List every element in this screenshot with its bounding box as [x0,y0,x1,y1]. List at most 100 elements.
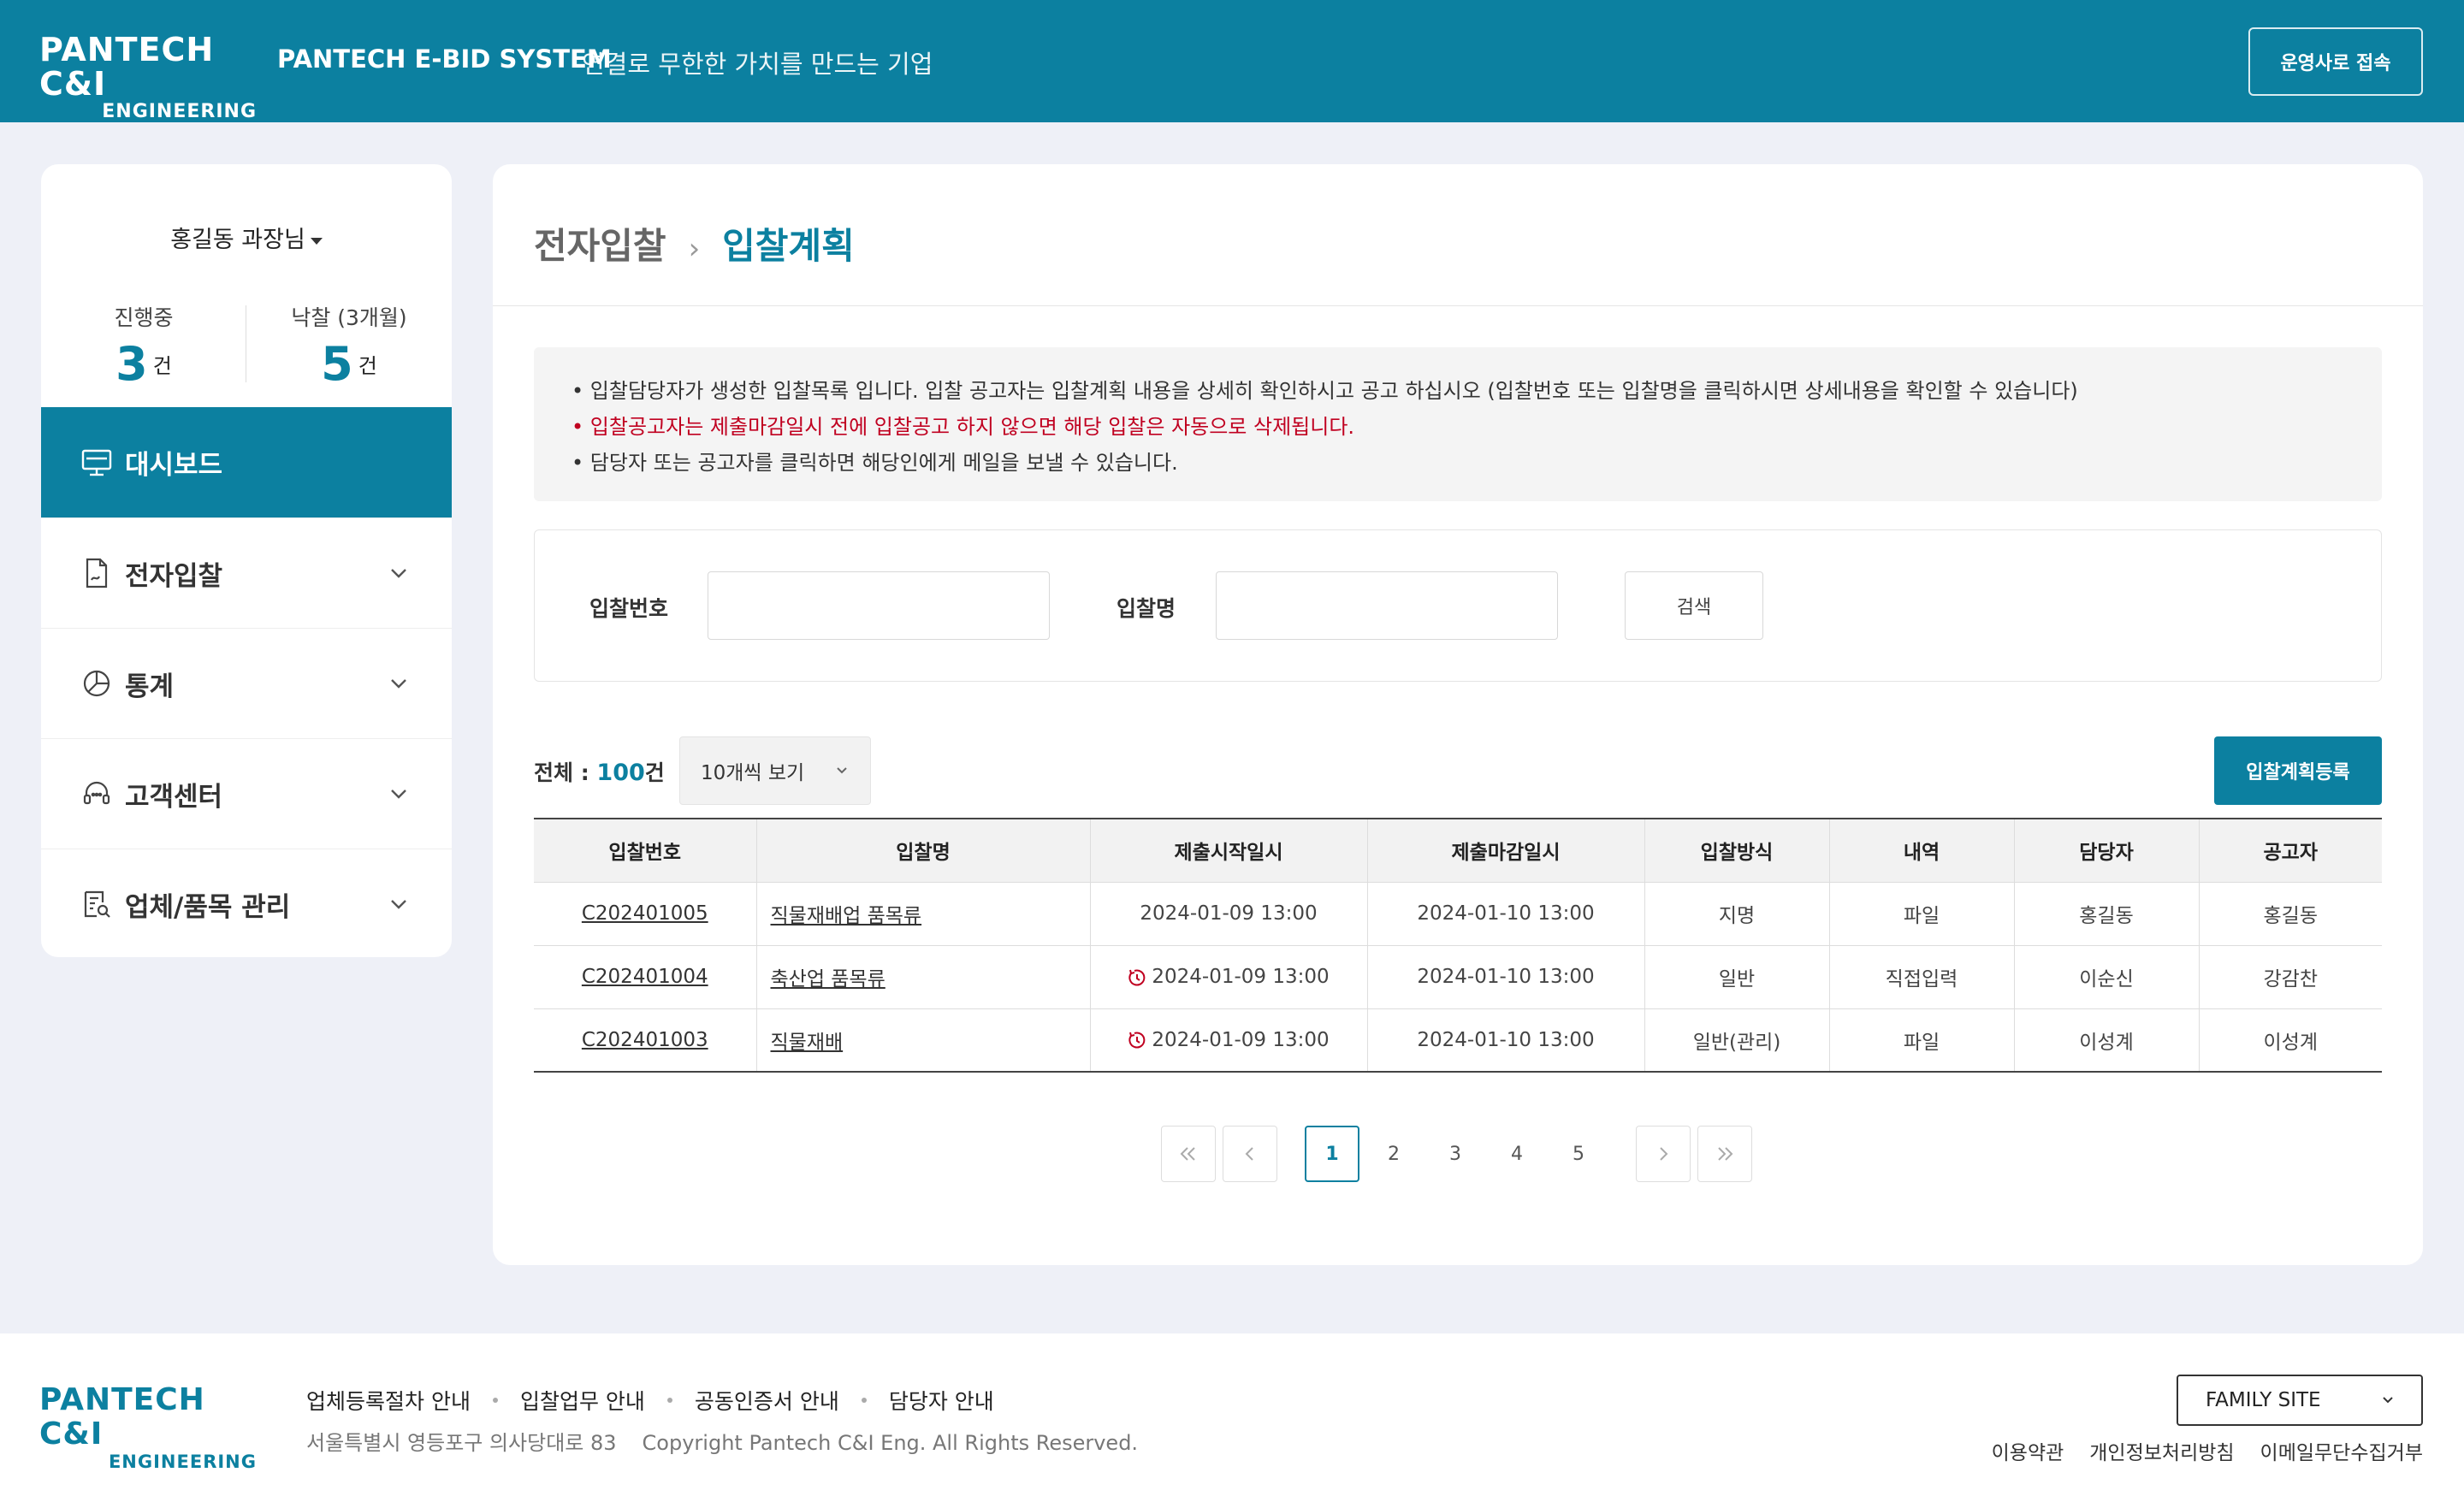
total-count-value: 100 [596,760,645,786]
operator-access-button[interactable]: 운영사로 접속 [2248,27,2423,96]
menu-item-statistics[interactable]: 통계 [41,628,452,738]
bid-no-link[interactable]: C202401003 [582,1029,708,1051]
bid-name-link[interactable]: 직물재배업 품목류 [771,905,922,927]
bid-method: 지명 [1644,882,1829,946]
manager-cell[interactable]: 이성계 [2013,1008,2199,1073]
page-button-1[interactable]: 1 [1305,1126,1359,1182]
submit-start-late: 2024-01-09 13:00 [1089,1008,1367,1073]
per-page-value: 10개씩 보기 [701,762,805,784]
bid-no-link[interactable]: C202401004 [582,966,708,988]
bid-no-input[interactable] [708,571,1050,640]
column-header: 담당자 [2013,818,2199,883]
policy-privacy-link[interactable]: 개인정보처리방침 [2089,1436,2234,1465]
page-button-3[interactable]: 3 [1428,1126,1483,1182]
chevron-left-icon [1245,1147,1253,1161]
table-row: C202401004 축산업 품목류 2024-01-09 13:00 2024… [534,945,2382,1009]
last-page-button[interactable] [1697,1126,1752,1182]
announcer-cell[interactable]: 홍길동 [2198,882,2382,946]
policy-terms-link[interactable]: 이용약관 [1992,1436,2064,1465]
breadcrumb-parent[interactable]: 전자입찰 [534,225,666,267]
system-name: PANTECH E-BID SYSTEM [277,44,612,74]
column-header: 제출마감일시 [1366,818,1644,883]
footer: PANTECH C&I ENGINEERING 업체등록절차 안내 입찰업무 안… [0,1333,2464,1502]
manager-cell[interactable]: 이순신 [2013,945,2199,1009]
stat-label: 진행중 [114,305,174,330]
bid-name-input[interactable] [1216,571,1558,640]
footer-link-contact-guide[interactable]: 담당자 안내 [889,1385,994,1416]
menu-item-customer-center[interactable]: 고객센터 [41,738,452,849]
clock-icon [1128,1032,1146,1049]
logo-text: PANTECH C&I [39,31,215,103]
submit-end: 2024-01-10 13:00 [1366,945,1644,1009]
column-header: 제출시작일시 [1089,818,1367,883]
manager-cell[interactable]: 홍길동 [2013,882,2199,946]
page-title: 입찰계획 [722,225,855,267]
bid-no-link[interactable]: C202401005 [582,902,708,925]
headset-icon [80,778,113,810]
announcer-cell[interactable]: 이성계 [2198,1008,2382,1073]
column-header: 입찰번호 [534,818,756,883]
slogan: 연결로 무한한 가치를 만드는 기업 [582,50,933,79]
stat-unit: 건 [358,354,377,378]
double-chevron-left-icon [1180,1147,1195,1161]
sidebar: 홍길동 과장님 진행중 3건 낙찰 (3개월) 5건 대시보드 전자입찰 통계 … [41,164,452,957]
monitor-icon [80,446,113,479]
table-row: C202401003 직물재배 2024-01-09 13:00 2024-01… [534,1008,2382,1073]
menu-label: 전자입찰 [125,560,223,592]
separator-dot [492,1398,498,1403]
first-page-button[interactable] [1161,1126,1216,1182]
chevron-down-icon [391,569,406,578]
menu-item-ebid[interactable]: 전자입찰 [41,517,452,628]
divider [493,305,2423,306]
next-page-button[interactable] [1636,1126,1691,1182]
chevron-down-icon [391,900,406,909]
bid-detail: 파일 [1828,1008,2014,1073]
logo[interactable]: PANTECH C&I ENGINEERING [39,33,262,123]
footer-link-vendor-registration[interactable]: 업체등록절차 안내 [306,1385,471,1416]
menu-item-vendor-management[interactable]: 업체/품목 관리 [41,849,452,957]
list-search-icon [80,888,113,920]
footer-links: 업체등록절차 안내 입찰업무 안내 공동인증서 안내 담당자 안내 [306,1385,994,1416]
announcer-cell[interactable]: 강감찬 [2198,945,2382,1009]
per-page-select[interactable]: 10개씩 보기 [679,736,871,805]
policy-email-link[interactable]: 이메일무단수집거부 [2260,1436,2423,1465]
family-site-select[interactable]: FAMILY SITE [2177,1375,2423,1426]
table-row: C202401005 직물재배업 품목류 2024-01-09 13:00 20… [534,882,2382,946]
separator-dot [861,1398,867,1403]
caret-down-icon [310,237,323,245]
column-header: 입찰방식 [1644,818,1829,883]
page-button-2[interactable]: 2 [1366,1126,1421,1182]
menu-item-dashboard[interactable]: 대시보드 [41,407,452,517]
page-button-5[interactable]: 5 [1551,1126,1606,1182]
footer-link-certificate-guide[interactable]: 공동인증서 안내 [695,1385,839,1416]
column-header: 입찰명 [755,818,1090,883]
chevron-down-icon [391,679,406,689]
footer-link-bid-guide[interactable]: 입찰업무 안내 [520,1385,645,1416]
bid-name-link[interactable]: 축산업 품목류 [771,968,886,990]
address: 서울특별시 영등포구 의사당대로 83 [306,1431,617,1455]
register-bid-plan-button[interactable]: 입찰계획등록 [2214,736,2382,805]
submit-start: 2024-01-09 13:00 [1089,882,1367,946]
logo-text: PANTECH C&I [39,1382,205,1452]
double-chevron-right-icon [1718,1147,1733,1161]
bid-detail: 직접입력 [1828,945,2014,1009]
user-menu[interactable]: 홍길동 과장님 [41,221,452,254]
page-button-4[interactable]: 4 [1490,1126,1544,1182]
menu-label: 업체/품목 관리 [125,891,291,923]
stat-unit: 건 [152,354,172,378]
chevron-down-icon [2383,1397,2393,1404]
main-content: 전자입찰 › 입찰계획 • 입찰담당자가 생성한 입찰목록 입니다. 입찰 공고자는… [493,164,2423,1265]
stat-value: 3 [116,337,148,391]
stat-value: 5 [321,337,353,391]
chevron-down-icon [837,767,847,774]
search-panel: 입찰번호 입찰명 검색 [534,529,2382,682]
menu-label: 대시보드 [125,450,223,481]
search-button[interactable]: 검색 [1625,571,1763,640]
pie-chart-icon [80,667,113,700]
prev-page-button[interactable] [1223,1126,1277,1182]
bid-name-label: 입찰명 [1116,596,1176,621]
bid-method: 일반 [1644,945,1829,1009]
stat-awarded: 낙찰 (3개월) 5건 [246,301,452,391]
bid-name-link[interactable]: 직물재배 [771,1032,844,1054]
notice-line: • 입찰담당자가 생성한 입찰목록 입니다. 입찰 공고자는 입찰계획 내용을 … [572,379,2078,403]
